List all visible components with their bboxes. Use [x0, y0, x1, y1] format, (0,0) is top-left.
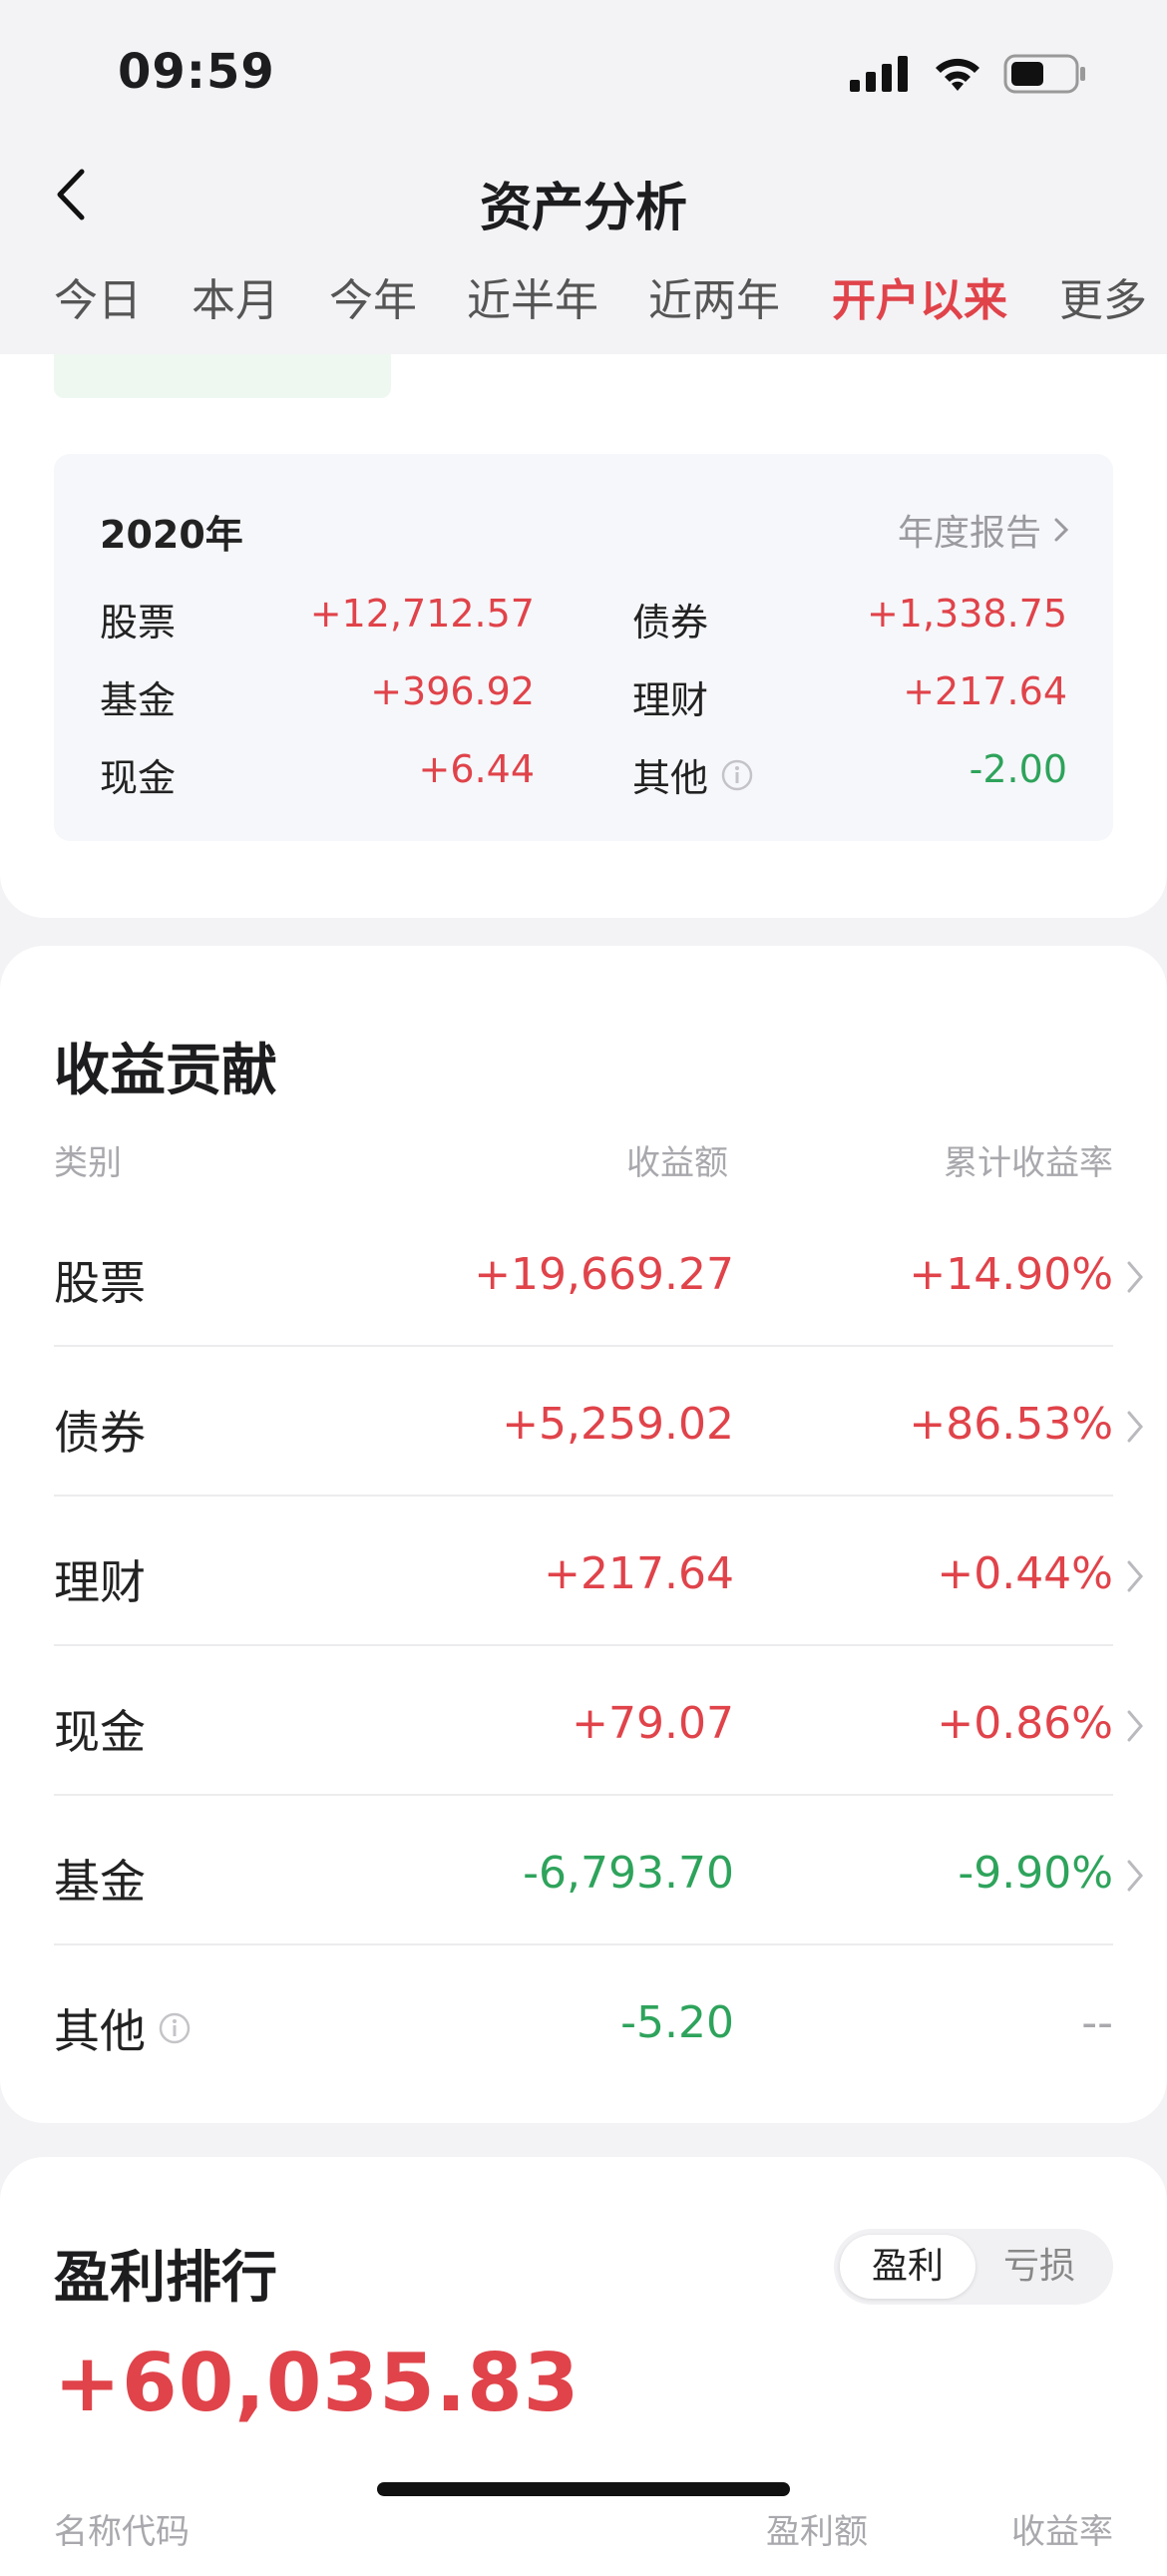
chevron-right-icon	[1127, 1411, 1143, 1443]
row-category: 现金	[54, 1705, 146, 1759]
row-category: 债券	[54, 1406, 146, 1460]
contribution-row[interactable]: 债券 +5,259.02 +86.53%	[54, 1347, 1143, 1497]
year-item-label: 基金	[100, 678, 177, 722]
contribution-card: 收益贡献 类别 收益额 累计收益率 股票 +19,669.27 +14.90% …	[0, 946, 1167, 2123]
header-rate: 累计收益率	[944, 1143, 1113, 1183]
info-icon[interactable]	[720, 758, 754, 792]
row-amount: +19,669.27	[474, 1249, 734, 1300]
year-item-label: 股票	[100, 601, 177, 644]
row-rate: +0.86%	[937, 1698, 1113, 1749]
year-item-label: 债券	[632, 601, 709, 644]
wifi-icon	[936, 58, 979, 91]
header-profit: 盈利额	[766, 2512, 868, 2552]
row-category: 理财	[54, 1555, 146, 1609]
profit-loss-toggle: 盈利 亏损	[834, 2229, 1113, 2305]
row-amount: +217.64	[544, 1548, 734, 1599]
home-indicator	[377, 2482, 790, 2496]
period-tabs: 今日 本月 今年 近半年 近两年 开户以来 更多	[0, 264, 1167, 334]
row-amount: -6,793.70	[523, 1848, 734, 1899]
status-time: 09:59	[118, 44, 275, 100]
contribution-row: 其他 -5.20 --	[54, 1945, 1113, 2095]
chart-remnant	[54, 354, 391, 398]
toggle-loss[interactable]: 亏损	[972, 2235, 1107, 2299]
battery-icon	[1003, 54, 1085, 94]
contribution-row[interactable]: 股票 +19,669.27 +14.90%	[54, 1197, 1143, 1347]
chevron-right-icon	[1127, 1560, 1143, 1592]
annual-report-label: 年度报告	[897, 513, 1041, 554]
row-amount: +79.07	[572, 1698, 734, 1749]
tab-more[interactable]: 更多	[1059, 264, 1147, 328]
year-item-value: +12,712.57	[309, 592, 535, 636]
nav-bar: 资产分析 今日 本月 今年 近半年 近两年 开户以来 更多	[0, 140, 1167, 354]
ranking-title: 盈利排行	[54, 2246, 277, 2311]
contribution-row[interactable]: 基金 -6,793.70 -9.90%	[54, 1796, 1143, 1945]
signal-icon	[850, 56, 908, 92]
header-return: 收益率	[1011, 2512, 1113, 2552]
year-item-value: -2.00	[969, 747, 1067, 791]
tab-two-years[interactable]: 近两年	[648, 264, 780, 328]
year-item-other: 其他	[632, 747, 754, 802]
row-rate: +86.53%	[909, 1399, 1113, 1450]
year-item-value: +396.92	[370, 669, 535, 713]
tab-today[interactable]: 今日	[54, 264, 142, 328]
toggle-profit[interactable]: 盈利	[840, 2235, 975, 2299]
row-rate: --	[1081, 1997, 1113, 2048]
header-amount: 收益额	[626, 1143, 728, 1183]
ranking-total: +60,035.83	[54, 2337, 581, 2429]
contribution-row[interactable]: 理财 +217.64 +0.44%	[54, 1497, 1143, 1646]
chevron-right-icon	[1127, 1710, 1143, 1742]
tab-year[interactable]: 今年	[329, 264, 417, 328]
year-summary-card: 2020年 年度报告 股票 +12,712.57 债券 +1,338.75 基金…	[0, 354, 1167, 918]
row-rate: +14.90%	[909, 1249, 1113, 1300]
row-category-other: 其他	[54, 1995, 192, 2061]
year-item-label: 其他	[632, 756, 709, 800]
row-category: 其他	[54, 2004, 146, 2058]
header-category: 类别	[54, 1143, 122, 1183]
row-amount: -5.20	[620, 1997, 734, 2048]
year-item-value: +1,338.75	[866, 592, 1067, 636]
year-item-label: 现金	[100, 756, 177, 800]
ranking-card: 盈利排行 盈利 亏损 +60,035.83 名称代码 盈利额 收益率	[0, 2157, 1167, 2576]
row-category: 基金	[54, 1855, 146, 1909]
page-title: 资产分析	[479, 179, 687, 238]
status-bar: 09:59	[0, 0, 1167, 140]
tab-since-open[interactable]: 开户以来	[832, 264, 1007, 328]
tab-half-year[interactable]: 近半年	[467, 264, 598, 328]
header-name-code: 名称代码	[54, 2512, 190, 2552]
chevron-right-icon	[1127, 1860, 1143, 1892]
contribution-row[interactable]: 现金 +79.07 +0.86%	[54, 1646, 1143, 1796]
contribution-title: 收益贡献	[54, 1039, 277, 1103]
year-summary-box: 2020年 年度报告 股票 +12,712.57 债券 +1,338.75 基金…	[54, 454, 1113, 841]
status-icons	[850, 54, 1087, 94]
chevron-right-icon	[1127, 1261, 1143, 1293]
annual-report-link[interactable]: 年度报告	[898, 504, 1069, 556]
year-item-value: +217.64	[903, 669, 1067, 713]
row-rate: -9.90%	[958, 1848, 1113, 1899]
year-item-label: 理财	[632, 678, 709, 722]
chevron-right-icon	[1054, 518, 1069, 542]
info-icon[interactable]	[158, 2011, 192, 2045]
year-title: 2020年	[100, 513, 243, 557]
row-rate: +0.44%	[937, 1548, 1113, 1599]
tab-month[interactable]: 本月	[192, 264, 279, 328]
row-category: 股票	[54, 1256, 146, 1310]
row-amount: +5,259.02	[502, 1399, 734, 1450]
year-item-value: +6.44	[418, 747, 535, 791]
